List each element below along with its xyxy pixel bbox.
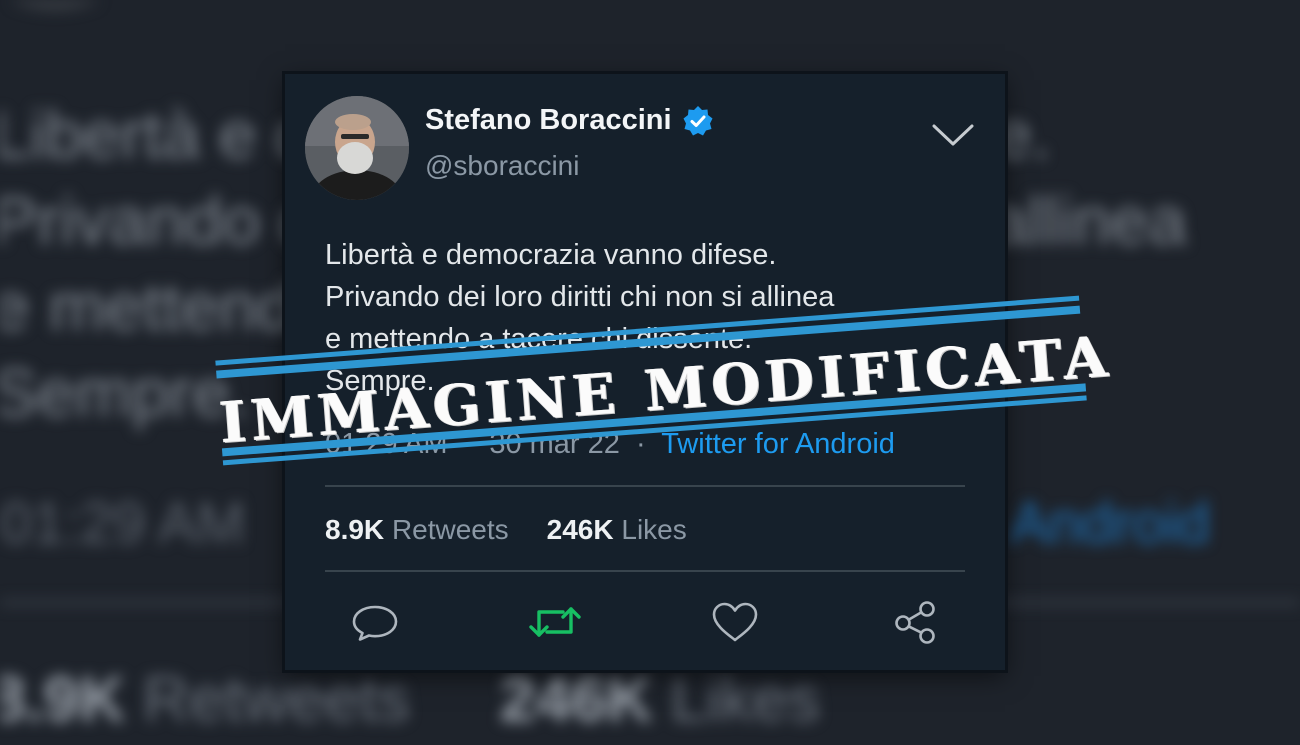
likes-stat[interactable]: 246K Likes — [547, 514, 687, 545]
tweet-line: Libertà e democrazia vanno difese. — [325, 239, 777, 271]
avatar[interactable] — [305, 96, 409, 200]
divider — [325, 570, 965, 572]
blurred-avatar — [0, 0, 120, 10]
blurred-source: Android — [1010, 491, 1210, 556]
handle[interactable]: @sboraccini — [425, 150, 579, 182]
reply-icon[interactable] — [349, 600, 401, 644]
chevron-down-icon[interactable] — [930, 118, 976, 150]
retweets-stat[interactable]: 8.9K Retweets — [325, 514, 509, 545]
heart-icon[interactable] — [709, 600, 761, 644]
blurred-stats: 8.9K Retweets 246K Likes — [0, 663, 820, 735]
tweet-source-link[interactable]: Twitter for Android — [661, 428, 895, 460]
divider — [325, 485, 965, 487]
share-icon[interactable] — [889, 600, 941, 644]
avatar-photo — [305, 96, 409, 200]
tweet-stats: 8.9K Retweets 246K Likes — [325, 514, 687, 546]
blurred-timestamp: 01:29 AM Android — [0, 491, 1210, 556]
tweet-line: Privando dei loro diritti chi non si all… — [325, 281, 835, 313]
retweet-icon[interactable] — [527, 600, 581, 644]
display-name[interactable]: Stefano Boraccini — [425, 104, 672, 137]
verified-badge-icon — [682, 105, 714, 137]
author-row: Stefano Boraccini — [425, 104, 714, 137]
